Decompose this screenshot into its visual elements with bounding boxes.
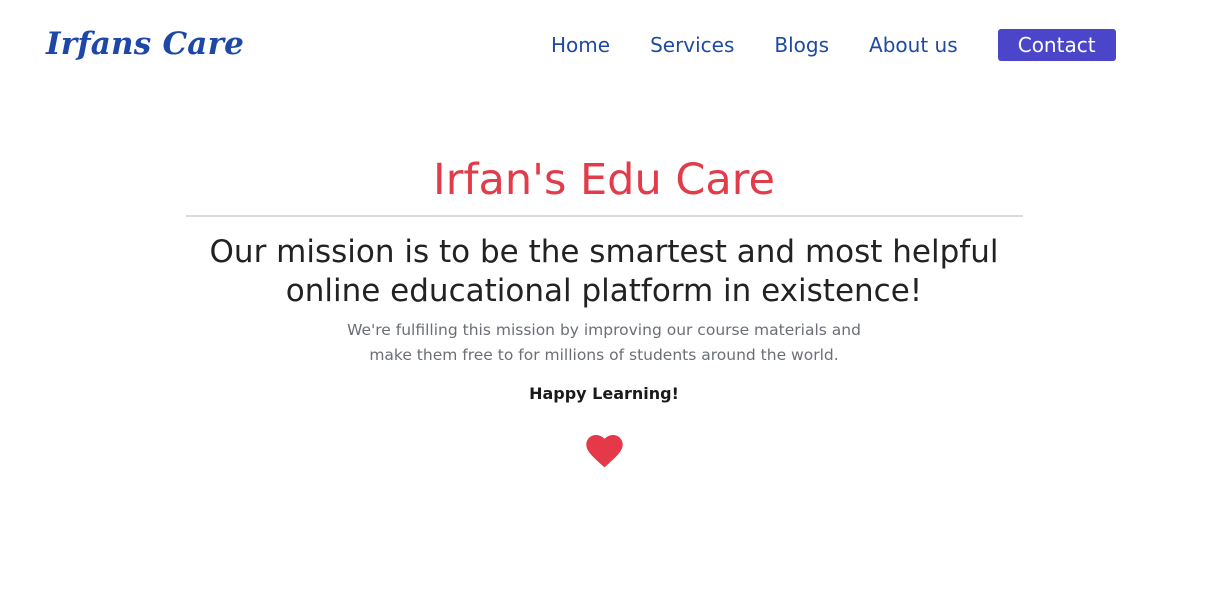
mission-line-2: online educational platform in existence… [285,273,923,309]
nav-blogs-link[interactable]: Blogs [774,28,829,62]
nav-about-link[interactable]: About us [869,28,958,62]
nav-home-link[interactable]: Home [551,28,610,62]
nav-services-link[interactable]: Services [650,28,734,62]
mission-line-1: Our mission is to be the smartest and mo… [209,234,999,270]
hero-title: Irfan's Edu Care [433,155,775,205]
description-line-1: We're fulfilling this mission by improvi… [347,321,861,339]
happy-learning-text: Happy Learning! [529,384,679,403]
mission-statement: Our mission is to be the smartest and mo… [0,233,1208,311]
main-nav: Home Services Blogs About us Contact [551,28,1116,62]
description-line-2: make them free to for millions of studen… [369,345,839,364]
site-logo[interactable]: Irfans Care [46,24,244,64]
mission-description: We're fulfilling this mission by improvi… [0,318,1208,367]
hero-divider [186,215,1023,217]
contact-button[interactable]: Contact [997,29,1116,61]
heart-icon [586,435,623,468]
